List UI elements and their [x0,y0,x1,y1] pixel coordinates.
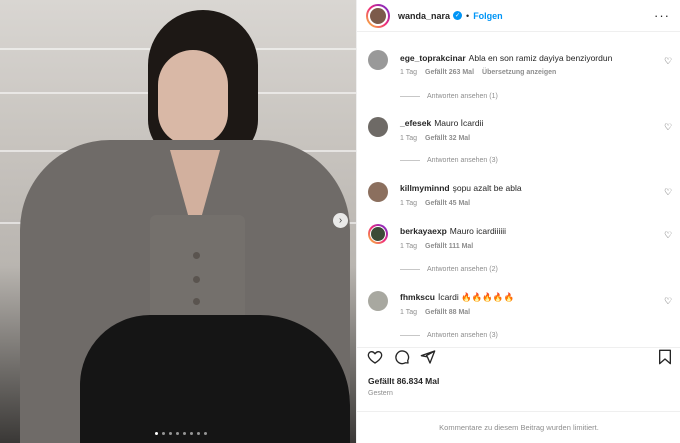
avatar[interactable] [368,182,388,202]
avatar-image [368,5,388,26]
heart-icon[interactable]: ♡ [664,296,672,307]
photo-face [158,50,228,145]
view-replies-label: Antworten ansehen (2) [427,266,498,273]
comment-username[interactable]: _efesek [400,118,431,128]
comment-time[interactable]: 1 Tag [400,309,417,316]
carousel-dot [204,432,207,435]
divider [400,96,420,97]
avatar[interactable] [368,224,388,244]
comment-meta: 1 Tag Gefällt 45 Mal [400,200,478,207]
comment-time[interactable]: 1 Tag [400,243,417,250]
carousel-dot [169,432,172,435]
action-bar [357,347,680,367]
avatar-image [370,226,386,242]
divider [400,160,420,161]
comments-limited-notice: Kommentare zu diesem Beitrag wurden limi… [357,411,680,443]
comment-username[interactable]: fhmkscu [400,292,435,302]
comment-text: Abla en son ramiz dayiya benziyordun [468,53,613,63]
divider [400,335,420,336]
translate-link[interactable]: Übersetzung anzeigen [482,69,556,76]
divider [400,269,420,270]
comment-body: ege_toprakcinar Abla en son ramiz dayiya … [400,53,612,64]
comment-likes[interactable]: Gefällt 111 Mal [425,243,473,250]
comment-likes[interactable]: Gefällt 263 Mal [425,69,474,76]
post-header: wanda_nara ✓ • Folgen ··· [357,0,680,32]
avatar[interactable] [366,3,390,28]
comment-username[interactable]: killmyminnd [400,183,450,193]
carousel-dot [183,432,186,435]
avatar[interactable] [368,291,388,311]
carousel-dot [155,432,158,435]
follow-button[interactable]: Folgen [473,11,503,21]
photo-tulle-skirt [80,315,350,443]
comment-meta: 1 Tag Gefällt 88 Mal [400,309,478,316]
comment-meta: 1 Tag Gefällt 32 Mal [400,135,478,142]
comment-body: fhmkscu İcardi 🔥🔥🔥🔥🔥 [400,292,514,303]
share-icon[interactable] [420,349,436,365]
more-icon[interactable]: ··· [654,8,670,23]
view-replies-button[interactable]: Antworten ansehen (3) [400,332,498,339]
carousel-dot [197,432,200,435]
post-date[interactable]: Gestern [368,390,393,397]
comment-body: berkayaexp Mauro icardiiiiii [400,226,506,237]
comment-time[interactable]: 1 Tag [400,200,417,207]
carousel-dot [176,432,179,435]
vest-button [193,252,200,259]
comment-icon[interactable] [394,349,410,365]
view-replies-label: Antworten ansehen (3) [427,157,498,164]
comment-likes[interactable]: Gefällt 45 Mal [425,200,470,207]
comment-text: İcardi 🔥🔥🔥🔥🔥 [437,292,515,302]
avatar[interactable] [368,117,388,137]
comment-meta: 1 Tag Gefällt 263 Mal Übersetzung anzeigen [400,69,564,76]
view-replies-label: Antworten ansehen (3) [427,332,498,339]
heart-icon[interactable]: ♡ [664,187,672,198]
bookmark-icon[interactable] [658,349,672,365]
heart-icon[interactable] [367,349,383,365]
comment-text: şopu azalt be abla [452,183,522,193]
comment-time[interactable]: 1 Tag [400,69,417,76]
vest-button [193,276,200,283]
heart-icon[interactable]: ♡ [664,56,672,67]
comment-meta: 1 Tag Gefällt 111 Mal [400,243,481,250]
comment-body: killmyminnd şopu azalt be abla [400,183,522,194]
verified-badge-icon: ✓ [453,11,463,20]
author-username[interactable]: wanda_nara [398,11,450,21]
post-media[interactable]: › [0,0,356,443]
carousel-dot [162,432,165,435]
view-replies-button[interactable]: Antworten ansehen (2) [400,266,498,273]
comment-likes[interactable]: Gefällt 32 Mal [425,135,470,142]
vest-button [193,298,200,305]
comment-text: Mauro icardiiiiii [449,226,507,236]
carousel-indicator [155,432,207,435]
comment-username[interactable]: berkayaexp [400,226,447,236]
like-count[interactable]: Gefällt 86.834 Mal [368,376,439,386]
view-replies-button[interactable]: Antworten ansehen (1) [400,93,498,100]
view-replies-button[interactable]: Antworten ansehen (3) [400,157,498,164]
view-replies-label: Antworten ansehen (1) [427,93,498,100]
comment-text: Mauro İcardii [434,118,484,128]
carousel-dot [190,432,193,435]
comment-username[interactable]: ege_toprakcinar [400,53,466,63]
comment-likes[interactable]: Gefällt 88 Mal [425,309,470,316]
post-sidebar: wanda_nara ✓ • Folgen ··· ege_toprakcina… [356,0,680,443]
heart-icon[interactable]: ♡ [664,230,672,241]
avatar[interactable] [368,50,388,70]
heart-icon[interactable]: ♡ [664,122,672,133]
separator-dot: • [466,10,470,21]
comment-body: _efesek Mauro İcardii [400,118,483,129]
comment-time[interactable]: 1 Tag [400,135,417,142]
chevron-right-icon[interactable]: › [333,213,348,228]
